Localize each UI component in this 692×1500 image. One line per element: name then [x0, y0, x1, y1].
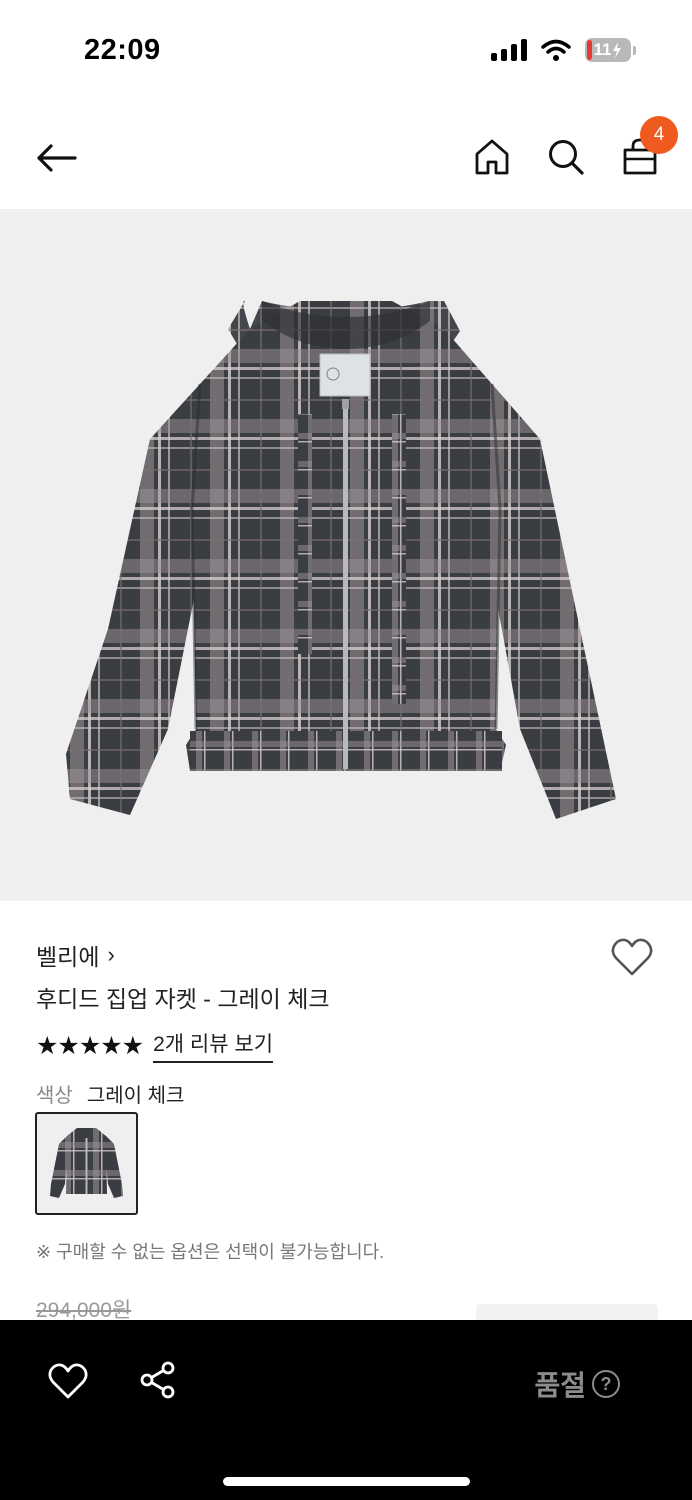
product-image[interactable] — [0, 209, 692, 901]
wishlist-heart-button[interactable] — [610, 936, 654, 980]
rating-row: ★★★★★ 2개 리뷰 보기 — [36, 1028, 274, 1063]
bottom-heart-button[interactable] — [48, 1362, 88, 1402]
color-option-swatch[interactable] — [35, 1112, 138, 1215]
brand-name: 벨리에 — [36, 944, 100, 970]
back-arrow-icon — [37, 144, 77, 172]
home-icon — [475, 139, 509, 175]
home-indicator — [223, 1477, 470, 1486]
help-icon[interactable]: ? — [592, 1370, 620, 1398]
battery-level: 11 — [593, 40, 612, 59]
back-button[interactable] — [32, 134, 80, 182]
status-time: 22:09 — [84, 34, 161, 66]
rating-stars: ★★★★★ — [36, 1031, 144, 1060]
search-button[interactable] — [544, 132, 588, 182]
color-label: 색상 — [36, 1085, 73, 1107]
soldout-label: 품절 — [534, 1370, 586, 1401]
wifi-icon — [541, 39, 571, 61]
jacket-photo — [66, 300, 616, 819]
color-value: 그레이 체크 — [86, 1085, 185, 1107]
cart-button[interactable]: 4 — [618, 116, 678, 182]
review-link[interactable]: 2개 리뷰 보기 — [153, 1028, 274, 1063]
cart-count-badge: 4 — [640, 116, 678, 154]
soldout-status: 품절 ? — [534, 1364, 620, 1404]
share-button[interactable] — [138, 1360, 178, 1400]
top-navigation: 4 — [0, 110, 692, 206]
search-icon — [549, 140, 584, 175]
cellular-signal-icon — [491, 39, 527, 61]
status-icons: 11 — [491, 38, 636, 62]
color-row: 색상 그레이 체크 — [36, 1079, 184, 1108]
swatch-thumbnail — [50, 1128, 123, 1198]
product-title: 후디드 집업 자켓 - 그레이 체크 — [36, 986, 330, 1012]
brand-link[interactable]: 벨리에 › — [36, 938, 115, 972]
option-notice: ※ 구매할 수 없는 옵션은 선택이 불가능합니다. — [36, 1242, 385, 1262]
status-bar: 22:09 11 — [0, 0, 692, 100]
battery-icon: 11 — [585, 38, 631, 62]
chevron-right-icon: › — [107, 942, 115, 967]
bottom-action-bar: 품절 ? — [0, 1320, 692, 1500]
home-button[interactable] — [470, 132, 514, 182]
